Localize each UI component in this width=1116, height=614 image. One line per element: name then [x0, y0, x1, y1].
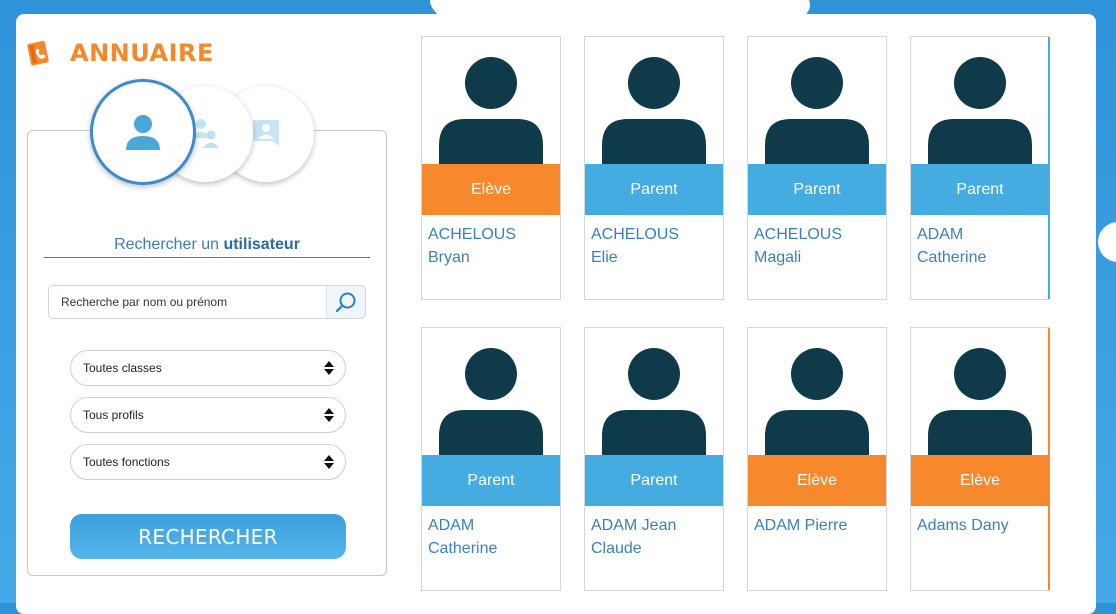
search-heading-bold: utilisateur — [223, 236, 300, 253]
search-submit-button[interactable] — [326, 286, 365, 318]
user-card[interactable]: Parent ACHELOUS Magali — [747, 36, 887, 300]
page-header: ANNUAIRE — [26, 38, 214, 68]
avatar-silhouette-icon — [765, 348, 869, 456]
user-name-line1: ADAM — [428, 517, 475, 534]
user-icon — [126, 115, 160, 150]
user-name-line1: ADAM Jean — [591, 517, 677, 534]
search-heading-text: Rechercher un — [114, 236, 224, 253]
avatar-silhouette-icon — [439, 57, 543, 165]
user-name: ADAM Jean Claude — [591, 514, 719, 560]
class-filter-select[interactable]: Toutes classes — [70, 350, 346, 386]
user-name-line2: Bryan — [428, 249, 470, 266]
background-cloud — [1098, 222, 1116, 262]
search-heading: Rechercher un utilisateur — [44, 236, 370, 254]
user-name: ACHELOUS Elie — [591, 223, 719, 269]
user-name-line2: Magali — [754, 249, 802, 266]
user-name: ADAM Pierre — [754, 514, 882, 537]
mode-single-user[interactable] — [90, 79, 196, 185]
role-badge: Elève — [911, 455, 1049, 506]
magnifier-icon — [335, 292, 356, 313]
user-card[interactable]: Parent ADAM Catherine — [421, 327, 561, 591]
user-name-line1: ADAM Pierre — [754, 517, 848, 534]
search-input[interactable] — [49, 286, 333, 318]
user-name-line1: ACHELOUS — [591, 226, 680, 243]
role-badge: Parent — [585, 164, 723, 215]
user-card[interactable]: Elève ADAM Pierre — [747, 327, 887, 591]
user-card[interactable]: Parent ADAM Catherine — [910, 36, 1050, 300]
user-name-line2: Elie — [591, 249, 618, 266]
role-badge: Parent — [422, 455, 560, 506]
user-name-line1: Adams Dany — [917, 517, 1009, 534]
avatar-silhouette-icon — [602, 348, 706, 456]
role-badge: Elève — [748, 455, 886, 506]
avatar-silhouette-icon — [765, 57, 869, 165]
select-arrows-icon — [324, 408, 334, 422]
class-filter-value: Toutes classes — [83, 361, 162, 375]
user-name: ACHELOUS Magali — [754, 223, 882, 269]
card-edge-accent — [1048, 328, 1050, 590]
user-name-line1: ACHELOUS — [428, 226, 517, 243]
contact-card-icon — [253, 120, 279, 146]
profile-filter-select[interactable]: Tous profils — [70, 397, 346, 433]
user-name-line1: ACHELOUS — [754, 226, 843, 243]
user-name-line2: Catherine — [917, 249, 987, 266]
avatar-silhouette-icon — [439, 348, 543, 456]
user-name-line2: Catherine — [428, 540, 498, 557]
select-arrows-icon — [324, 361, 334, 375]
user-name: Adams Dany — [917, 514, 1045, 537]
role-badge: Parent — [585, 455, 723, 506]
user-card[interactable]: Elève ACHELOUS Bryan — [421, 36, 561, 300]
role-badge: Elève — [422, 164, 560, 215]
user-card[interactable]: Elève Adams Dany — [910, 327, 1050, 591]
user-name-line1: ADAM — [917, 226, 964, 243]
avatar-silhouette-icon — [928, 57, 1032, 165]
role-badge: Parent — [911, 164, 1049, 215]
function-filter-select[interactable]: Toutes fonctions — [70, 444, 346, 480]
search-box — [48, 285, 366, 319]
user-name: ACHELOUS Bryan — [428, 223, 556, 269]
user-name: ADAM Catherine — [917, 223, 1045, 269]
avatar-silhouette-icon — [602, 57, 706, 165]
select-arrows-icon — [324, 455, 334, 469]
user-card[interactable]: Parent ACHELOUS Elie — [584, 36, 724, 300]
user-name-line2: Claude — [591, 540, 642, 557]
search-button[interactable]: RECHERCHER — [70, 514, 346, 559]
profile-filter-value: Tous profils — [83, 408, 144, 422]
search-heading-divider — [44, 257, 370, 258]
role-badge: Parent — [748, 164, 886, 215]
avatar-silhouette-icon — [928, 348, 1032, 456]
card-edge-accent — [1048, 37, 1050, 299]
user-card[interactable]: Parent ADAM Jean Claude — [584, 327, 724, 591]
page-title: ANNUAIRE — [70, 39, 214, 67]
user-name: ADAM Catherine — [428, 514, 556, 560]
directory-book-icon — [27, 40, 49, 66]
function-filter-value: Toutes fonctions — [83, 455, 170, 469]
